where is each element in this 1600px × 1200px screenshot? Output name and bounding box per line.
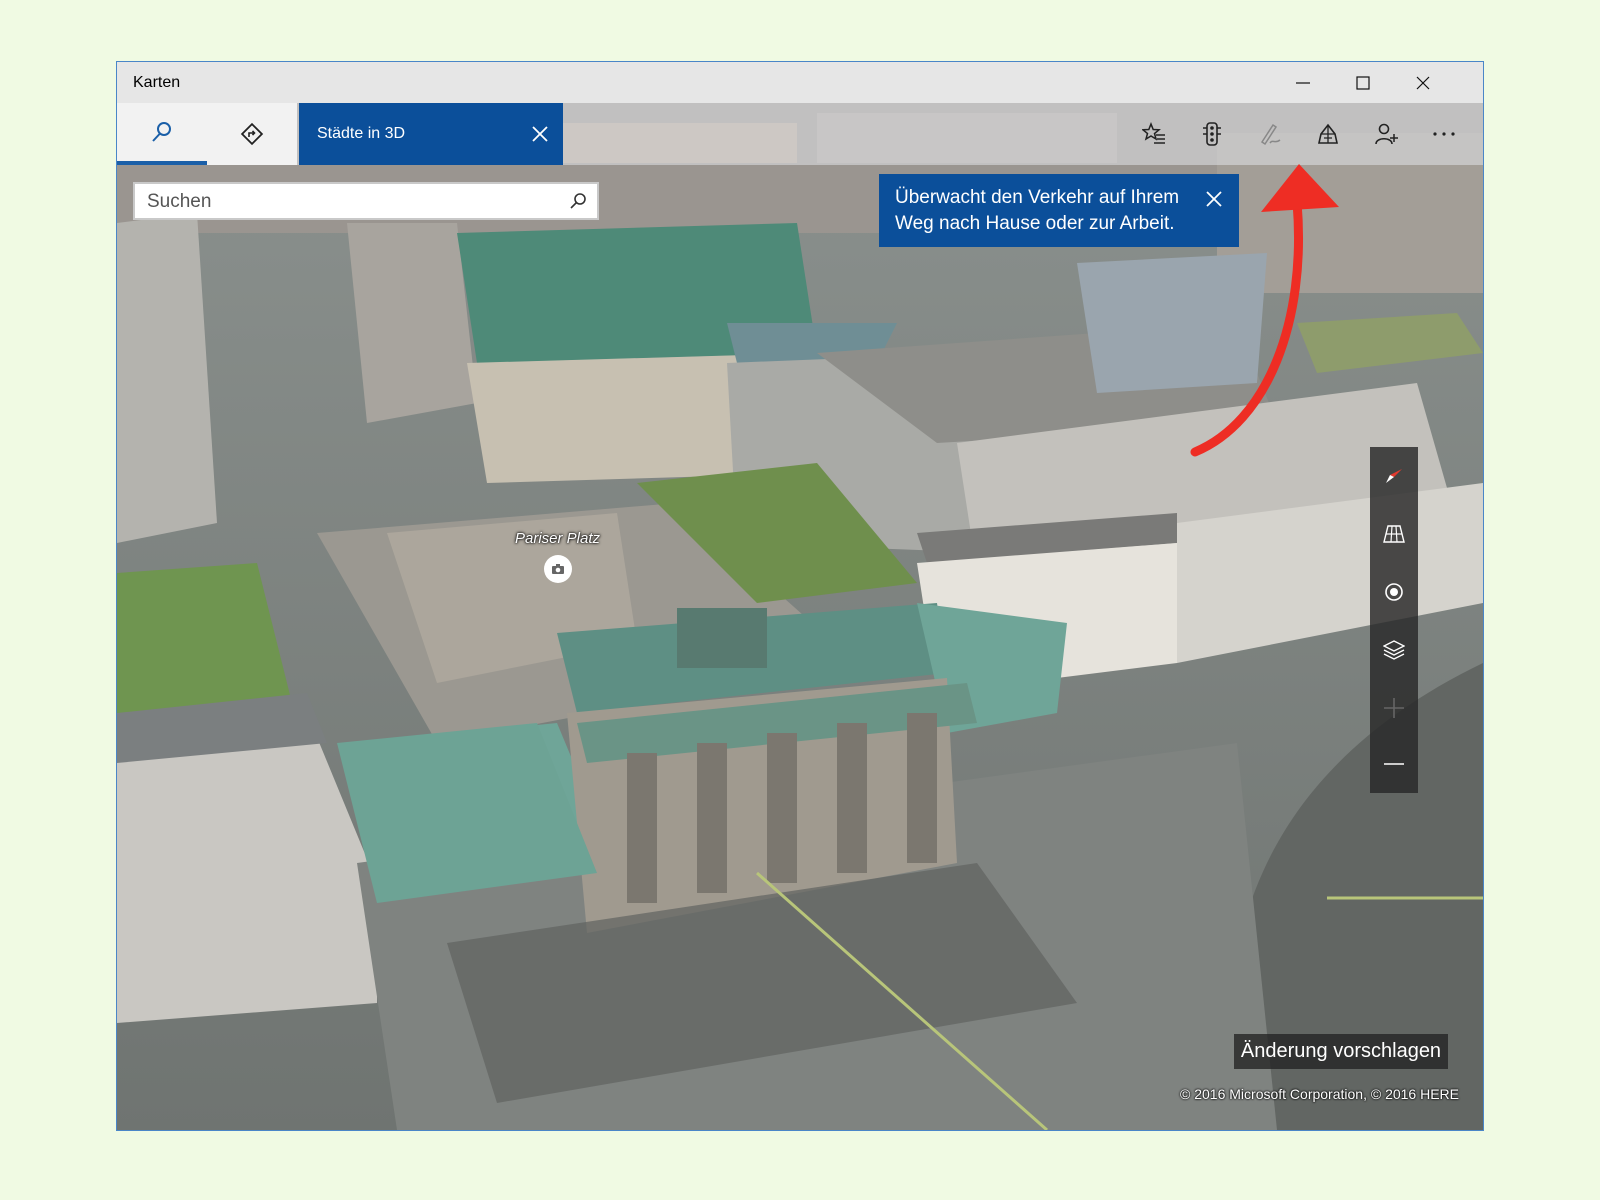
zoom-in-button[interactable] [1370,679,1418,737]
close-icon [532,126,548,142]
compass-button[interactable] [1370,447,1418,505]
sign-in-button[interactable] [1357,103,1415,165]
search-tab-button[interactable] [117,103,207,165]
tilt-icon [1383,525,1405,543]
more-button[interactable] [1415,103,1473,165]
minimize-button[interactable] [1273,62,1333,103]
directions-button[interactable] [207,103,297,165]
favorites-icon [1142,122,1165,144]
minimize-icon [1296,81,1310,84]
close-icon [1206,191,1222,207]
zoom-out-icon [1384,763,1404,765]
layers-button[interactable] [1370,621,1418,679]
copyright-text: © 2016 Microsoft Corporation, © 2016 HER… [1180,1086,1459,1102]
search-icon [152,122,171,142]
poi-marker[interactable]: Pariser Platz [515,530,600,583]
directions-icon [240,122,264,146]
poi-label: Pariser Platz [515,530,601,547]
tab-staedte-in-3d[interactable]: Städte in 3D [299,103,563,165]
search-submit-button[interactable] [565,188,591,214]
tab-close-button[interactable] [525,119,555,149]
aerial-map-image [117,103,1483,1130]
search-input[interactable] [135,184,569,220]
tooltip-text: Überwacht den Verkehr auf Ihrem Weg nach… [895,187,1180,234]
traffic-icon [1203,122,1221,146]
map-view[interactable]: Pariser Platz [117,103,1483,1130]
location-button[interactable] [1370,563,1418,621]
sign-in-icon [1375,123,1398,145]
search-box [133,182,599,220]
close-button[interactable] [1393,62,1453,103]
ink-icon [1260,123,1281,146]
location-icon [1385,583,1403,601]
3d-cities-icon [1318,123,1338,144]
top-toolbar: Städte in 3D [117,103,1483,165]
map-controls [1370,447,1418,793]
tooltip-close-button[interactable] [1203,188,1225,210]
traffic-button[interactable] [1183,103,1241,165]
suggest-change-button[interactable]: Änderung vorschlagen [1234,1034,1448,1069]
3d-cities-button[interactable] [1299,103,1357,165]
layers-icon [1383,640,1405,660]
favorites-button[interactable] [1125,103,1183,165]
camera-icon[interactable] [543,555,572,583]
search-icon [570,193,586,209]
zoom-in-icon [1384,698,1404,718]
window-title: Karten [133,74,181,91]
zoom-out-button[interactable] [1370,735,1418,793]
ink-button[interactable] [1241,103,1299,165]
more-icon [1433,132,1455,136]
compass-icon [1386,469,1402,483]
close-icon [1416,76,1430,89]
maps-window: Karten Pariser Platz Städte in 3D Suchen… [116,61,1484,1131]
maximize-button[interactable] [1333,62,1393,103]
traffic-tooltip: Überwacht den Verkehr auf Ihrem Weg nach… [879,174,1239,247]
title-bar: Karten [117,62,1483,103]
maximize-icon [1356,75,1370,90]
tilt-button[interactable] [1370,505,1418,563]
tab-label: Städte in 3D [317,125,406,142]
toolbar-actions [1125,103,1473,165]
